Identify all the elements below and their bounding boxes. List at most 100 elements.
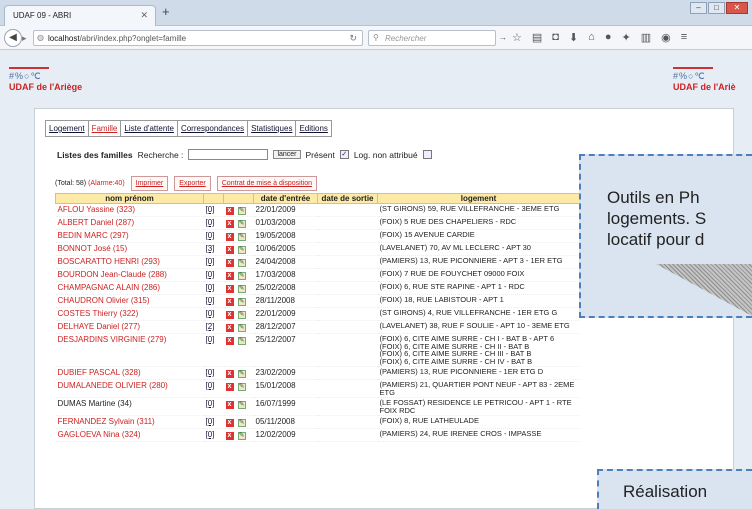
tab-editions[interactable]: Editions [296,121,330,136]
row-count[interactable]: [0] [203,379,224,398]
forward-icon[interactable]: ▸ [22,33,27,44]
col-logement[interactable]: logement [377,193,580,204]
table-row[interactable]: DUMAS Martine (34) [0] x ✎ 16/07/1999 (LE FOS… [55,397,580,416]
edit-icon[interactable]: ✎ [237,233,246,241]
present-checkbox[interactable]: ✓ [339,150,349,159]
table-row[interactable]: ALBERT Daniel (287) [0] x ✎ 01/03/2008 (FOIX)… [55,216,580,230]
row-count[interactable]: [0] [203,216,224,230]
reload-icon[interactable]: ↻ [349,33,357,44]
edit-icon[interactable]: ✎ [237,298,246,306]
download-icon[interactable]: ⬇ [569,31,578,44]
row-name[interactable]: DUBIEF PASCAL (328) [55,366,204,380]
tab-statistiques[interactable]: Statistiques [248,121,297,136]
reading-list-icon[interactable]: ▤ [532,31,542,44]
delete-icon[interactable]: x [225,370,234,378]
address-bar[interactable]: ◍ localhost/abri/index.php?onglet=famill… [33,30,363,46]
row-name[interactable]: BOSCARATTO HENRI (293) [55,255,204,269]
row-name[interactable]: BOURDON Jean-Claude (288) [55,268,204,282]
col-date-entree[interactable]: date d'entrée [253,193,318,204]
row-name[interactable]: COSTES Thierry (322) [55,307,204,321]
edit-icon[interactable]: ✎ [237,207,246,215]
row-name[interactable]: FERNANDEZ Sylvain (311) [55,415,204,429]
row-count[interactable]: [0] [203,229,224,243]
delete-icon[interactable]: x [225,432,234,440]
edit-icon[interactable]: ✎ [237,285,246,293]
export-button[interactable]: Exporter [174,176,211,191]
row-count[interactable]: [0] [203,428,224,442]
minimize-icon[interactable]: – [690,2,707,14]
tab-logement[interactable]: Logement [46,121,89,136]
delete-icon[interactable]: x [225,401,234,409]
row-name[interactable]: DUMAS Martine (34) [55,397,204,416]
pocket-icon[interactable]: ◘ [552,31,559,44]
table-row[interactable]: DESJARDINS VIRGINIE (279) [0] x ✎ 25/12/2007… [55,333,580,367]
table-row[interactable]: BONNOT José (15) [3] x ✎ 10/06/2005 (LAVELANE… [55,242,580,256]
browser-tab[interactable]: UDAF 09 - ABRI ✕ [4,5,156,26]
row-count[interactable]: [0] [203,397,224,416]
row-count[interactable]: [0] [203,307,224,321]
col-date-sortie[interactable]: date de sortie [317,193,378,204]
delete-icon[interactable]: x [225,324,234,332]
row-count[interactable]: [0] [203,203,224,217]
edit-icon[interactable]: ✎ [237,337,246,345]
new-tab-icon[interactable]: + [162,5,170,18]
delete-icon[interactable]: x [225,207,234,215]
row-name[interactable]: CHAMPAGNAC ALAIN (286) [55,281,204,295]
table-row[interactable]: GAGLOEVA Nina (324) [0] x ✎ 12/02/2009 (PAMIE… [55,428,580,442]
tab-liste-attente[interactable]: Liste d'attente [121,121,178,136]
delete-icon[interactable]: x [225,285,234,293]
row-name[interactable]: DUMALANEDE OLIVIER (280) [55,379,204,398]
menu-icon[interactable]: ≡ [681,31,687,44]
edit-icon[interactable]: ✎ [237,401,246,409]
row-name[interactable]: AFLOU Yassine (323) [55,203,204,217]
maximize-icon[interactable]: □ [708,2,725,14]
row-count[interactable]: [0] [203,281,224,295]
edit-icon[interactable]: ✎ [237,259,246,267]
row-count[interactable]: [0] [203,366,224,380]
search-input[interactable] [188,149,269,160]
home-icon[interactable]: ⌂ [588,31,595,44]
row-count[interactable]: [0] [203,294,224,308]
table-row[interactable]: DELHAYE Daniel (277) [2] x ✎ 28/12/2007 (LAVE… [55,320,580,334]
row-count[interactable]: [2] [203,320,224,334]
table-row[interactable]: DUMALANEDE OLIVIER (280) [0] x ✎ 15/01/2008(… [55,379,580,398]
tab-famille[interactable]: Famille [88,121,122,136]
delete-icon[interactable]: x [225,383,234,391]
bookmark-star-icon[interactable]: ☆ [512,31,522,44]
row-count[interactable]: [0] [203,415,224,429]
edit-icon[interactable]: ✎ [237,432,246,440]
search-field[interactable]: ⚲ Rechercher → [368,30,507,46]
row-count[interactable]: [0] [203,255,224,269]
table-row[interactable]: BEDIN MARC (297) [0] x ✎ 19/05/2008 (FOIX) 15… [55,229,580,243]
close-tab-icon[interactable]: ✕ [140,10,148,21]
table-row[interactable]: COSTES Thierry (322) [0] x ✎ 22/01/2009 (ST G… [55,307,580,321]
delete-icon[interactable]: x [225,337,234,345]
chat-icon[interactable]: ● [605,31,612,44]
delete-icon[interactable]: x [225,419,234,427]
edit-icon[interactable]: ✎ [237,324,246,332]
tab-correspondances[interactable]: Correspondances [178,121,249,136]
row-name[interactable]: DESJARDINS VIRGINIE (279) [55,333,204,367]
row-name[interactable]: ALBERT Daniel (287) [55,216,204,230]
print-button[interactable]: Imprimer [130,176,169,191]
delete-icon[interactable]: x [225,246,234,254]
delete-icon[interactable]: x [225,272,234,280]
site-logo[interactable]: #%○℃ UDAF de l'Ariège [9,67,82,92]
table-row[interactable]: CHAMPAGNAC ALAIN (286) [0] x ✎ 25/02/2008 (FO… [55,281,580,295]
edit-icon[interactable]: ✎ [237,311,246,319]
back-icon[interactable]: ◀ [4,29,22,47]
log-checkbox[interactable] [422,150,432,159]
table-row[interactable]: BOURDON Jean-Claude (288) [0] x ✎ 17/03/2008… [55,268,580,282]
delete-icon[interactable]: x [225,298,234,306]
edit-icon[interactable]: ✎ [237,246,246,254]
row-name[interactable]: BONNOT José (15) [55,242,204,256]
edit-icon[interactable]: ✎ [237,370,246,378]
row-name[interactable]: CHAUDRON Olivier (315) [55,294,204,308]
edit-icon[interactable]: ✎ [237,272,246,280]
close-window-icon[interactable]: ✕ [726,2,748,14]
edit-icon[interactable]: ✎ [237,383,246,391]
table-row[interactable]: FERNANDEZ Sylvain (311) [0] x ✎ 05/11/2008 (F… [55,415,580,429]
edit-icon[interactable]: ✎ [237,220,246,228]
search-button[interactable]: lancer [273,150,301,159]
row-name[interactable]: GAGLOEVA Nina (324) [55,428,204,442]
